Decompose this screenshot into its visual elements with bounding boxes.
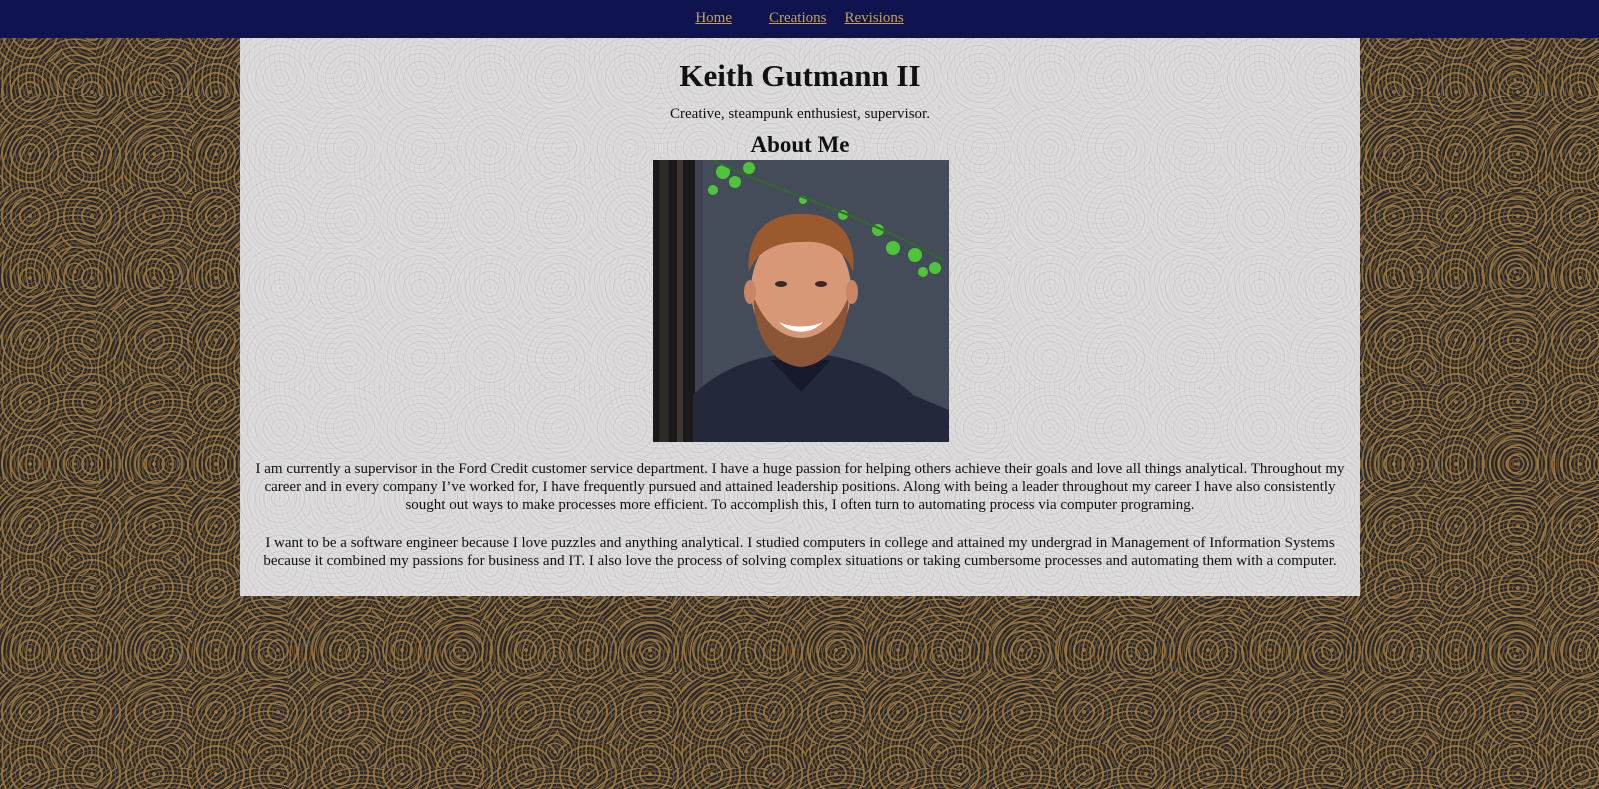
about-paragraph-1: I am currently a supervisor in the Ford … <box>255 461 1345 513</box>
nav-link-home[interactable]: Home <box>695 10 732 26</box>
about-heading: About Me <box>750 132 850 157</box>
page-title: Keith Gutmann II <box>679 58 921 93</box>
nav-links: Home Creations Revisions <box>0 10 1599 27</box>
nav-link-creations[interactable]: Creations <box>769 10 827 26</box>
top-nav-bar: Home Creations Revisions <box>0 0 1599 38</box>
tagline: Creative, steampunk enthusiest, supervis… <box>670 106 930 122</box>
main-content-panel: Keith Gutmann II Creative, steampunk ent… <box>240 38 1360 596</box>
about-paragraph-2: I want to be a software engineer because… <box>263 535 1337 569</box>
nav-link-revisions[interactable]: Revisions <box>844 10 903 26</box>
profile-photo-image <box>653 160 949 442</box>
profile-photo <box>653 160 949 442</box>
